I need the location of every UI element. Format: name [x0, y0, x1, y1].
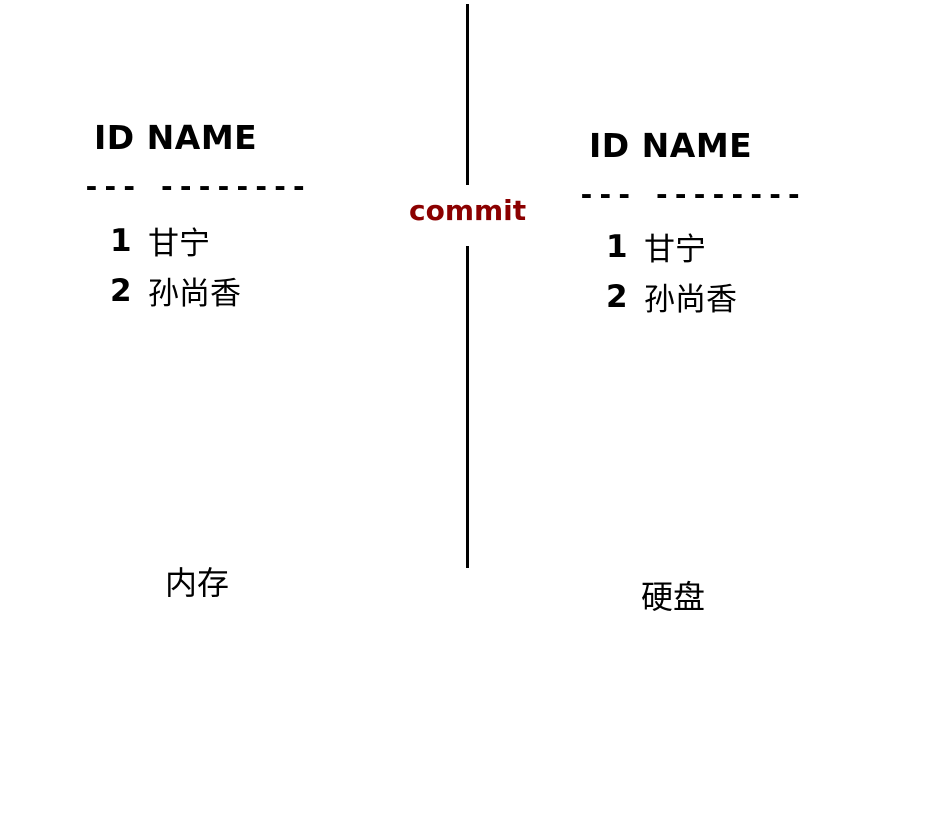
memory-row-name: 孙尚香 [148, 276, 241, 312]
memory-row-name: 甘宁 [148, 226, 210, 262]
memory-row-id: 2 [110, 272, 132, 309]
disk-row-id: 2 [606, 278, 628, 315]
disk-row-id: 1 [606, 228, 628, 265]
disk-row-name: 孙尚香 [644, 282, 737, 318]
memory-table-row: 2 孙尚香 [110, 268, 241, 313]
memory-table-header: ID NAME [94, 118, 258, 157]
memory-caption: 内存 [165, 564, 230, 602]
disk-table-header: ID NAME [589, 126, 753, 165]
divider-line-top [466, 4, 469, 185]
disk-caption: 硬盘 [641, 578, 706, 616]
commit-label: commit [409, 194, 527, 227]
disk-table-row: 2 孙尚香 [606, 274, 737, 319]
disk-row-name: 甘宁 [644, 232, 706, 268]
disk-table-row: 1 甘宁 [606, 224, 706, 269]
memory-table-row: 1 甘宁 [110, 218, 210, 263]
disk-table-separator: --- -------- [578, 178, 805, 211]
memory-row-id: 1 [110, 222, 132, 259]
memory-table-separator: --- -------- [83, 170, 310, 203]
divider-line-bottom [466, 246, 469, 568]
